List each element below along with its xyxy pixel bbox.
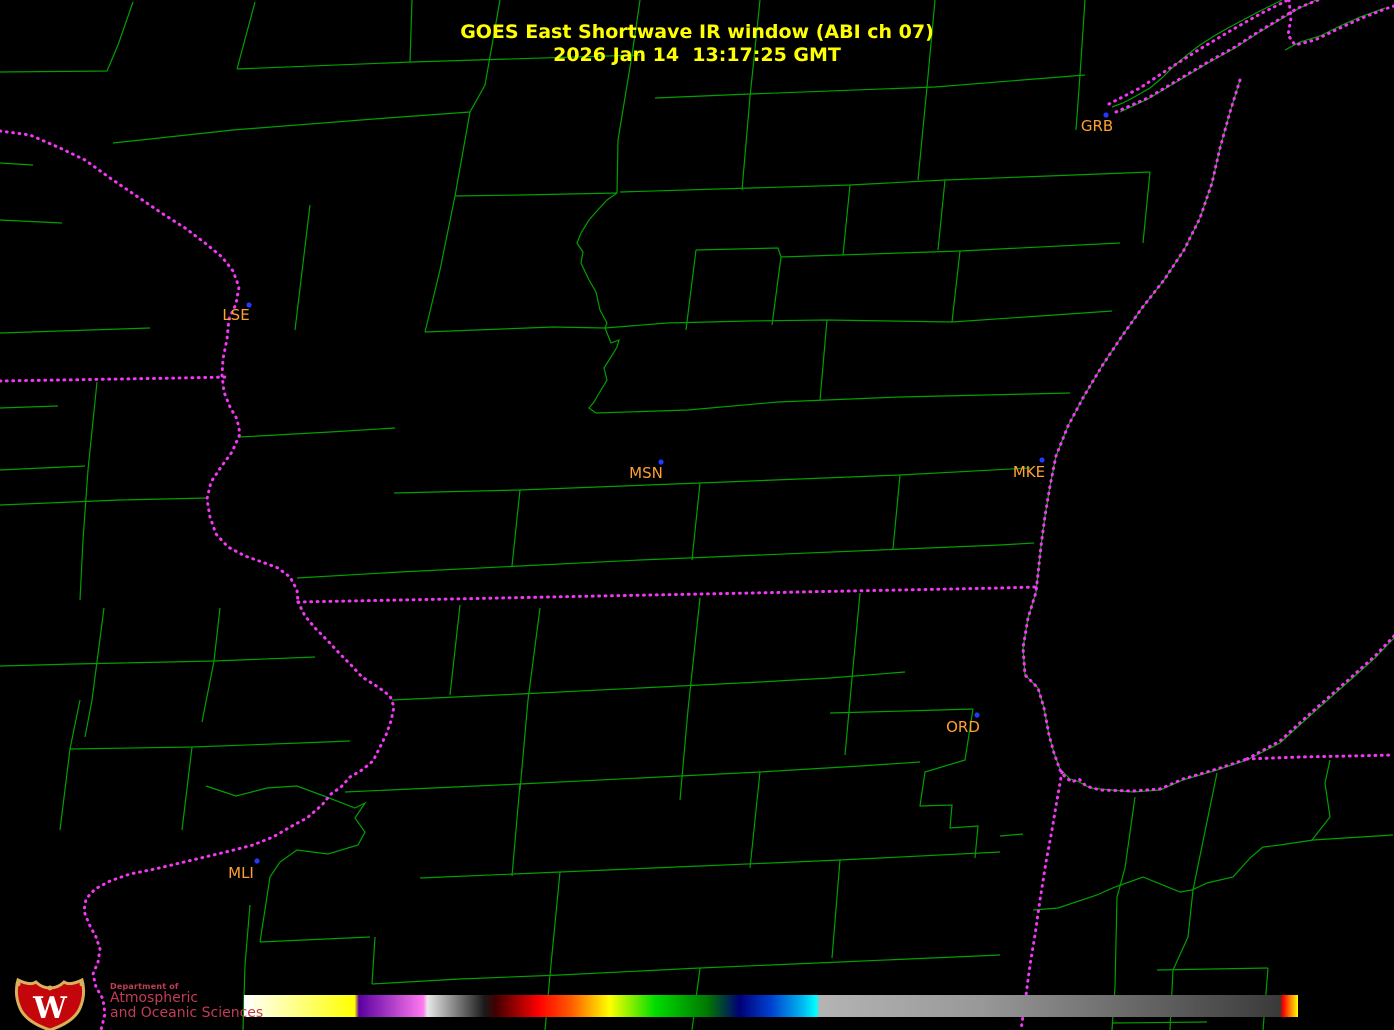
county-line xyxy=(0,163,33,165)
county-line xyxy=(240,428,395,437)
county-line xyxy=(425,196,455,332)
city-label-mke: MKE xyxy=(1013,463,1045,481)
title-line-2: 2026 Jan 14 13:17:25 GMT xyxy=(0,44,1394,67)
county-line xyxy=(0,328,150,333)
state-border-line xyxy=(1023,80,1247,791)
county-line xyxy=(420,852,1000,878)
county-line xyxy=(60,700,80,830)
county-line xyxy=(260,877,270,942)
county-line xyxy=(893,475,900,549)
county-line xyxy=(692,483,700,560)
county-line xyxy=(918,87,927,180)
city-markers-layer: GRB LSE MSN MKE ORD MLI xyxy=(222,112,1113,882)
state-border-line xyxy=(84,602,394,1030)
city-dot-mli xyxy=(254,858,259,863)
county-line xyxy=(1312,760,1330,840)
title-line-1: GOES East Shortwave IR window (ABI ch 07… xyxy=(0,21,1394,44)
uw-aos-logo: W Department of Atmospheric and Oceanic … xyxy=(4,978,284,1030)
county-line xyxy=(655,75,1085,98)
county-line xyxy=(1000,834,1023,836)
city-label-grb: GRB xyxy=(1081,117,1113,135)
county-line xyxy=(520,608,540,790)
county-line xyxy=(750,772,760,868)
county-line xyxy=(620,172,1150,192)
county-line xyxy=(260,937,370,942)
county-line xyxy=(696,243,1120,257)
county-line xyxy=(1143,172,1150,243)
county-line xyxy=(450,605,460,695)
county-line xyxy=(832,860,840,958)
county-line xyxy=(830,709,973,713)
state-border-line xyxy=(1021,772,1062,1030)
county-line xyxy=(845,593,860,755)
logo-text: Department of Atmospheric and Oceanic Sc… xyxy=(110,982,263,1021)
county-line xyxy=(85,608,104,737)
state-border-line xyxy=(0,131,298,602)
county-line xyxy=(1076,75,1080,130)
image-title-block: GOES East Shortwave IR window (ABI ch 07… xyxy=(0,21,1394,67)
county-line xyxy=(512,784,520,876)
county-line xyxy=(0,220,62,223)
state-border-line xyxy=(0,377,227,381)
county-line xyxy=(686,250,696,330)
uw-crest-icon: W xyxy=(6,978,94,1030)
satellite-viewer-screen: GRB LSE MSN MKE ORD MLI GOES East Shortwave I… xyxy=(0,0,1394,1030)
county-line xyxy=(680,598,700,800)
county-line xyxy=(297,543,1034,578)
county-line xyxy=(70,741,350,749)
county-line xyxy=(372,955,1000,984)
county-line xyxy=(202,608,220,722)
state-border-line xyxy=(1247,636,1394,759)
county-line xyxy=(1062,638,1394,792)
county-line xyxy=(596,393,1070,413)
county-line xyxy=(1033,835,1393,910)
county-line xyxy=(589,328,619,413)
city-dot-ord xyxy=(974,712,979,717)
county-line xyxy=(512,490,520,566)
state-border-line xyxy=(298,587,1035,602)
county-line xyxy=(0,466,85,470)
county-line xyxy=(742,97,750,190)
county-line xyxy=(394,468,1030,493)
map-svg: GRB LSE MSN MKE ORD MLI xyxy=(0,0,1394,1030)
county-line xyxy=(1170,773,1217,1030)
county-line xyxy=(0,406,58,408)
county-line xyxy=(425,311,1112,332)
state-border-line xyxy=(1247,755,1394,759)
colorbar xyxy=(244,995,1298,1017)
county-line xyxy=(938,180,945,250)
county-line xyxy=(392,672,905,700)
county-line xyxy=(345,762,920,792)
county-line xyxy=(372,937,375,984)
county-line xyxy=(1113,1022,1207,1023)
county-line xyxy=(0,657,315,666)
county-line xyxy=(843,185,850,255)
county-line xyxy=(295,205,310,330)
county-line xyxy=(617,55,632,193)
county-line xyxy=(182,747,192,830)
logo-name-line-1: Atmospheric xyxy=(110,991,263,1006)
county-line xyxy=(1023,80,1240,769)
county-line xyxy=(772,257,781,325)
county-line xyxy=(455,193,617,196)
logo-name-line-2: and Oceanic Sciences xyxy=(110,1006,263,1021)
city-label-msn: MSN xyxy=(629,464,663,482)
city-label-ord: ORD xyxy=(946,718,980,736)
county-line xyxy=(113,112,470,143)
county-line xyxy=(577,193,617,328)
county-line xyxy=(0,498,207,505)
county-line xyxy=(952,251,960,322)
city-label-mli: MLI xyxy=(228,864,254,882)
county-line xyxy=(80,382,97,600)
crest-letter: W xyxy=(32,991,68,1026)
city-dot-mke xyxy=(1039,457,1044,462)
county-line xyxy=(550,872,560,975)
county-line xyxy=(820,320,827,400)
city-label-lse: LSE xyxy=(222,306,249,324)
